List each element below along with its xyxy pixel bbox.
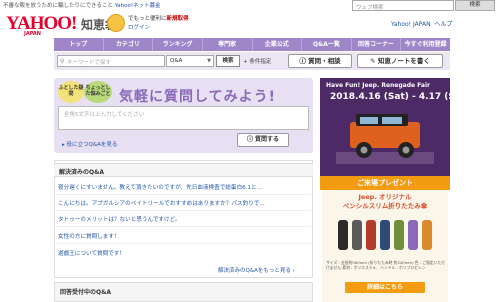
umbrella-image [338,220,432,250]
submit-question-label: 質問する [255,136,280,143]
list-item[interactable]: 夜分遅くにすいません。教えて頂きたいのですが、先日血液検査で総蛋白6.1と... [58,183,308,191]
nav-qa-list[interactable]: Q&A一覧 [302,38,352,51]
top-notice-link[interactable]: Yahoo!ネット募金 [115,3,161,9]
umbrella [422,220,432,250]
useful-qa-link[interactable]: ▸ 役に立つQ&Aを見る [62,140,117,148]
list-item[interactable]: 遊戯王について質問です！ [58,249,308,257]
ad-tagline: Have Fun! Jeep. Renegade Fair [326,82,430,89]
yahoo-logo-sub: JAPAN [24,31,41,37]
car-hub [402,146,410,154]
login-link[interactable]: ログイン [128,23,150,31]
question-icon: ⓘ [299,57,306,65]
jeep-car-image [336,114,434,164]
divider [56,226,311,227]
umbrella [366,220,376,250]
divider [56,210,311,211]
ad-gift-line2: ペンシルスリム折りたたみ傘 [342,202,428,210]
write-note-label: 知恵ノートを書く [377,57,430,65]
register-link[interactable]: 新規取得 [167,16,189,22]
umbrella [394,220,404,250]
list-item[interactable]: こんにちは。アプガルシアのペイトリールでおすすめはありますか？パス釣りで... [58,199,308,207]
scope-value: Q&A [170,58,183,64]
more-solved-link[interactable]: 解決済みのQ&Aをもっと見る › [218,266,295,274]
question-textarea[interactable]: 全角5文字以上入力してください [58,106,309,130]
question-icon: ⓘ [246,136,253,143]
ask-question-label: 質問・相談 [308,57,341,65]
yahoo-home-link[interactable]: Yahoo! JAPAN [391,21,431,28]
nav-category[interactable]: カテゴリ [104,38,154,51]
ad-gift-band: ご来場プレゼント [320,176,450,190]
yahoo-logo[interactable]: YAHOO! [6,13,77,35]
arrow-right-icon: ▸ [62,142,65,148]
top-notice-text: 不審な販を放うために騙したりにできること [3,3,113,9]
promo-text-main: でもっと便利に [128,16,167,22]
submit-question-button[interactable]: ⓘ 質問する [237,133,289,147]
ad-fine-print: サイズ : 全長約560mm (折りたたみ時 約240mm) 色 : ご指定いた… [326,260,446,270]
search-button[interactable]: 検索 [216,55,240,67]
write-note-button[interactable]: ✎ 知恵ノートを書く [357,54,443,68]
useful-qa-label: 役に立つQ&Aを見る [66,142,118,148]
list-item[interactable]: タトゥーのメリットは？ないと思うんですけど。 [58,215,308,223]
keyword-placeholder: キーワードで探す [67,60,112,66]
search-icon: ⚲ [60,58,65,65]
top-notice: 不審な販を放うために騙したりにできること Yahoo!ネット募金 [3,1,161,9]
nav-answer-corner[interactable]: 回答コーナー [352,38,402,51]
promo-icon [107,14,125,32]
divider [56,194,311,195]
solved-heading: 解決済みのQ&A [54,163,313,177]
umbrella [352,220,362,250]
ad-gift-title: Jeep. オリジナル ペンシルスリム折りたたみ傘 [326,193,444,211]
help-link[interactable]: ヘルプ [434,21,452,28]
promo-text: でもっと便利に新規取得 [128,14,189,22]
web-search-input[interactable]: ウェブ検索 [352,0,454,11]
car-hub [360,146,368,154]
web-search-button[interactable]: 検索 [455,0,495,11]
nav-ranking[interactable]: ランキング [153,38,203,51]
header-links: Yahoo! JAPAN ヘルプ [391,19,452,28]
nav-register[interactable]: 今すぐ利用登録 [401,38,450,51]
badge-small-worry: ちょっとした悩みごと [84,81,112,103]
ad-dates: 2018.4.16 (Sat) - 4.17 (Sun) [330,92,472,102]
keyword-search-input[interactable]: ⚲ キーワードで探す [57,55,165,67]
open-questions-heading: 回答受付中のQ&A [54,282,313,302]
ground [336,152,434,164]
badge-casual-question: ふとした疑問 [58,81,84,103]
divider [56,243,311,244]
search-conditions-link[interactable]: + 条件指定 [243,57,271,65]
list-item[interactable]: 女性の方に質問します！ [58,232,308,240]
ad-details-button[interactable]: 詳細はこちら [345,282,425,293]
chevron-down-icon: ▼ [207,58,211,64]
global-nav: トップ カテゴリ ランキング 専門家 企業公式 Q&A一覧 回答コーナー 今すぐ… [54,38,450,51]
nav-top[interactable]: トップ [54,38,104,51]
ask-title: 気軽に質問してみよう! [119,89,276,105]
scope-select[interactable]: Q&A ▼ [166,55,214,67]
nav-official[interactable]: 企業公式 [253,38,303,51]
car-window [360,117,378,124]
note-icon: ✎ [370,57,376,65]
umbrella [408,220,418,250]
ad-gift-line1: Jeep. オリジナル [358,193,412,201]
nav-experts[interactable]: 専門家 [203,38,253,51]
umbrella [338,220,348,250]
ask-question-button[interactable]: ⓘ 質問・相談 [288,54,352,68]
chevron-right-icon: › [292,268,295,274]
car-window [382,117,402,124]
more-solved-label: 解決済みのQ&Aをもっと見る [218,268,291,274]
umbrella [380,220,390,250]
